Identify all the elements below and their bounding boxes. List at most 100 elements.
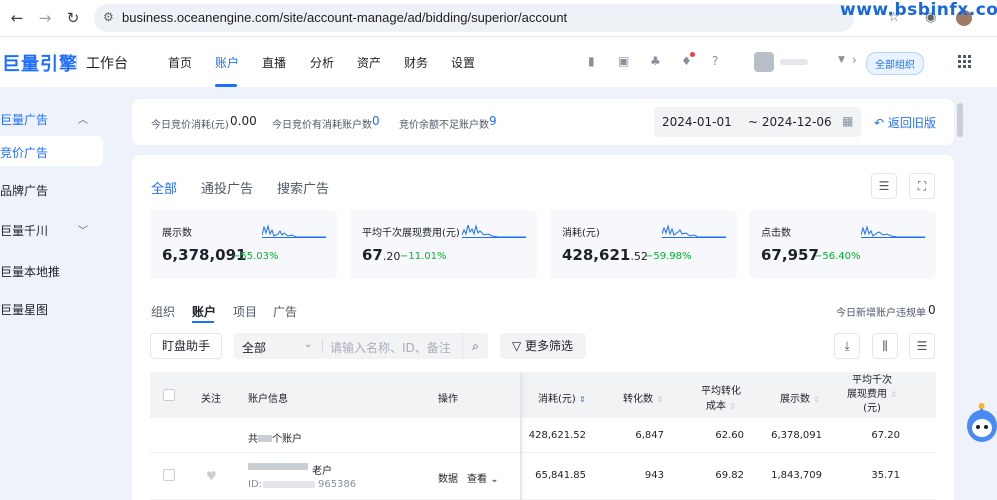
topnav-analytics[interactable]: 分析 bbox=[310, 54, 334, 71]
metric-value: 67.20 bbox=[362, 246, 400, 264]
tab-all[interactable]: 全部 bbox=[151, 178, 177, 197]
header-avg-conversion-cost[interactable]: 平均转化 成本 ⇕ bbox=[692, 382, 750, 412]
metric-card-spend[interactable]: 消耗(元) 428,621.52 −59.98% bbox=[550, 210, 737, 279]
settings-sliders-icon[interactable]: ☰ bbox=[871, 173, 897, 199]
page-scrollbar[interactable] bbox=[957, 103, 963, 137]
sort-icon[interactable]: ⇕ bbox=[579, 395, 586, 404]
calendar-icon[interactable]: ▦ bbox=[842, 114, 853, 128]
chevron-right-icon[interactable]: › bbox=[852, 53, 857, 67]
op-data-link[interactable]: 数据 bbox=[438, 470, 458, 485]
tab-general-ads[interactable]: 通投广告 bbox=[201, 178, 253, 197]
sort-icon[interactable]: ⇕ bbox=[813, 395, 820, 404]
total-accounts-label: 共 个账户 bbox=[248, 430, 302, 445]
active-accounts-value[interactable]: 0 bbox=[372, 114, 380, 128]
topnav-finance[interactable]: 财务 bbox=[404, 54, 428, 71]
header-cpm[interactable]: 平均千次 展现费用 ⇕ (元) bbox=[844, 374, 900, 416]
monitor-helper-button[interactable]: 盯盘助手 bbox=[150, 333, 222, 359]
chevron-down-icon[interactable]: ﹀ bbox=[78, 222, 88, 237]
scope-select[interactable]: 全部 bbox=[242, 339, 266, 356]
table-row[interactable]: ♥ 老户 ID: 965386 数据 查看 ⌄ 65,841.85 943 69… bbox=[150, 453, 936, 500]
sidebar-item-bidding-ads[interactable]: 竞价广告 bbox=[0, 136, 103, 166]
sidebar-item-brand-ads[interactable]: 品牌广告 bbox=[0, 182, 48, 199]
org-scope-badge[interactable]: 全部组织 bbox=[866, 52, 924, 75]
sort-icon[interactable]: ⇕ bbox=[729, 402, 736, 411]
tab-search-ads[interactable]: 搜索广告 bbox=[277, 178, 329, 197]
header-avg-conv-cost-line2: 成本 bbox=[706, 401, 727, 412]
clipboard-check-icon[interactable]: ▣ bbox=[618, 54, 629, 68]
sidebar-group-ads[interactable]: 巨量广告 bbox=[0, 111, 48, 128]
header-impressions[interactable]: 展示数 ⇕ bbox=[780, 390, 820, 405]
reload-icon[interactable]: ↻ bbox=[64, 9, 82, 27]
topnav-account[interactable]: 账户 bbox=[215, 54, 239, 71]
fullscreen-icon[interactable]: ⛶ bbox=[909, 173, 935, 199]
sidebar-item-label: 竞价广告 bbox=[0, 146, 49, 160]
redacted-block bbox=[258, 435, 272, 442]
table-header: 关注 账户信息 操作 消耗(元) ⇕ 转化数 ⇕ 平均转化 成本 ⇕ 展示数 ⇕ … bbox=[150, 372, 936, 418]
assistant-robot-icon[interactable] bbox=[962, 402, 997, 448]
url-text[interactable]: business.oceanengine.com/site/account-ma… bbox=[122, 10, 567, 25]
help-icon[interactable]: ? bbox=[712, 54, 718, 68]
low-balance-value[interactable]: 9 bbox=[489, 114, 497, 128]
download-icon[interactable]: ⤓ bbox=[834, 333, 860, 359]
fixed-column-divider bbox=[520, 372, 522, 500]
today-spend-label: 今日竞价消耗(元) bbox=[151, 120, 229, 131]
row-checkbox[interactable] bbox=[163, 469, 175, 481]
sort-icon[interactable]: ⇕ bbox=[890, 390, 897, 399]
sparkline-chart bbox=[462, 224, 526, 238]
chevron-down-icon[interactable]: ⌄ bbox=[304, 339, 312, 350]
chevron-up-icon[interactable]: ︿ bbox=[78, 111, 88, 126]
metric-card-impressions[interactable]: 展示数 6,378,091 −55.03% bbox=[150, 210, 337, 279]
app-grid-icon[interactable] bbox=[958, 55, 971, 68]
total-suffix: 个账户 bbox=[272, 434, 302, 445]
metric-card-cpm[interactable]: 平均千次展现费用(元) 67.20 −11.01% bbox=[350, 210, 537, 279]
heart-icon[interactable]: ♥ bbox=[206, 469, 217, 483]
sidebar-item-local-push[interactable]: 巨量本地推 bbox=[0, 263, 60, 280]
op-view-dropdown[interactable]: 查看 ⌄ bbox=[467, 470, 499, 485]
more-filters-button[interactable]: ▽ 更多筛选 bbox=[500, 333, 586, 359]
active-accounts-label: 今日竞价有消耗账户数 bbox=[272, 120, 372, 131]
subtab-account[interactable]: 账户 bbox=[192, 303, 216, 320]
site-settings-icon[interactable]: ⚙ bbox=[103, 10, 114, 24]
subtab-project[interactable]: 项目 bbox=[233, 303, 257, 320]
back-to-old-version-link[interactable]: ↶ 返回旧版 bbox=[874, 114, 936, 131]
new-violation-value[interactable]: 0 bbox=[928, 303, 936, 317]
filter-sliders-icon[interactable]: ☰ bbox=[909, 333, 935, 359]
forward-arrow-icon[interactable]: → bbox=[36, 9, 54, 27]
date-range-picker[interactable]: 2024-01-01 ~ 2024-12-06 ▦ bbox=[654, 107, 861, 137]
caret-down-icon[interactable]: ▼ bbox=[838, 55, 845, 65]
today-spend-value: 0.00 bbox=[230, 114, 257, 128]
row-cpm: 35.71 bbox=[871, 470, 900, 481]
org-avatar[interactable] bbox=[754, 52, 774, 72]
back-arrow-icon[interactable]: ← bbox=[8, 9, 26, 27]
date-start[interactable]: 2024-01-01 bbox=[662, 115, 732, 129]
search-icon[interactable]: ⌕ bbox=[462, 333, 488, 359]
topnav-assets[interactable]: 资产 bbox=[357, 54, 381, 71]
document-icon[interactable]: ▮ bbox=[588, 54, 595, 68]
topnav-settings[interactable]: 设置 bbox=[451, 54, 475, 71]
metric-card-clicks[interactable]: 点击数 67,957 −56.40% bbox=[749, 210, 936, 279]
column-settings-icon[interactable]: ⫼ bbox=[872, 333, 898, 359]
date-end[interactable]: ~ 2024-12-06 bbox=[748, 115, 832, 129]
header-conversions[interactable]: 转化数 ⇕ bbox=[623, 390, 663, 405]
subtab-ad[interactable]: 广告 bbox=[273, 303, 297, 320]
account-name-suffix[interactable]: 老户 bbox=[312, 462, 332, 477]
select-all-checkbox[interactable] bbox=[163, 389, 175, 401]
header-conversions-label: 转化数 bbox=[623, 394, 653, 405]
topnav-home[interactable]: 首页 bbox=[168, 54, 192, 71]
metric-label: 点击数 bbox=[761, 228, 791, 239]
header-spend[interactable]: 消耗(元) ⇕ bbox=[538, 390, 586, 405]
sidebar-group-qianchuan[interactable]: 巨量千川 bbox=[0, 222, 48, 239]
sidebar-item-xingtu[interactable]: 巨量星图 bbox=[0, 301, 48, 318]
sort-icon[interactable]: ⇕ bbox=[656, 395, 663, 404]
thumbs-up-icon[interactable]: ♣ bbox=[650, 54, 661, 68]
logo-divider bbox=[76, 55, 77, 69]
topnav-live[interactable]: 直播 bbox=[262, 54, 286, 71]
metric-value-decimal: .20 bbox=[382, 250, 401, 263]
search-input[interactable]: 请输入名称、ID、备注 bbox=[330, 339, 451, 356]
oceanengine-logo[interactable]: 巨量引擎 bbox=[2, 50, 78, 76]
subtab-organization[interactable]: 组织 bbox=[151, 303, 175, 320]
search-filter-group: 全部 ⌄ 请输入名称、ID、备注 ⌕ bbox=[234, 333, 488, 359]
total-prefix: 共 bbox=[248, 434, 258, 445]
filter-funnel-icon: ▽ bbox=[512, 339, 526, 353]
total-cpm: 67.20 bbox=[871, 430, 900, 441]
